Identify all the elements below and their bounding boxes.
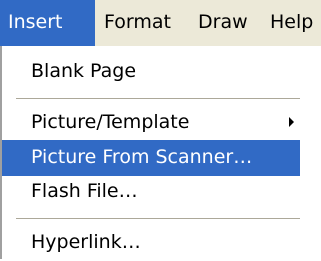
menu-item-hyperlink[interactable]: Hyperlink…	[2, 225, 300, 261]
menu-item-blank-page[interactable]: Blank Page	[2, 54, 300, 90]
menu-insert[interactable]: Insert	[0, 0, 95, 46]
menu-draw[interactable]: Draw	[198, 0, 248, 46]
menu-item-label: Flash File…	[31, 180, 138, 202]
application-window: Insert Format Draw Help Blank Page Pictu…	[0, 0, 321, 259]
insert-dropdown-menu: Blank Page Picture/Template Picture From…	[0, 46, 300, 259]
menu-item-picture-template[interactable]: Picture/Template	[2, 105, 300, 141]
menu-item-label: Picture From Scanner…	[31, 146, 253, 168]
menu-item-picture-from-scanner[interactable]: Picture From Scanner…	[2, 140, 300, 176]
menu-item-label: Hyperlink…	[31, 231, 141, 253]
menu-item-label: Blank Page	[31, 60, 137, 82]
menu-help[interactable]: Help	[270, 0, 313, 46]
menu-bar: Insert Format Draw Help	[0, 0, 321, 47]
chevron-right-icon	[289, 117, 294, 127]
menu-format[interactable]: Format	[104, 0, 171, 46]
menu-separator	[16, 98, 300, 100]
menu-item-label: Picture/Template	[31, 111, 190, 133]
menu-separator	[16, 218, 300, 220]
menu-item-flash-file[interactable]: Flash File…	[2, 174, 300, 210]
